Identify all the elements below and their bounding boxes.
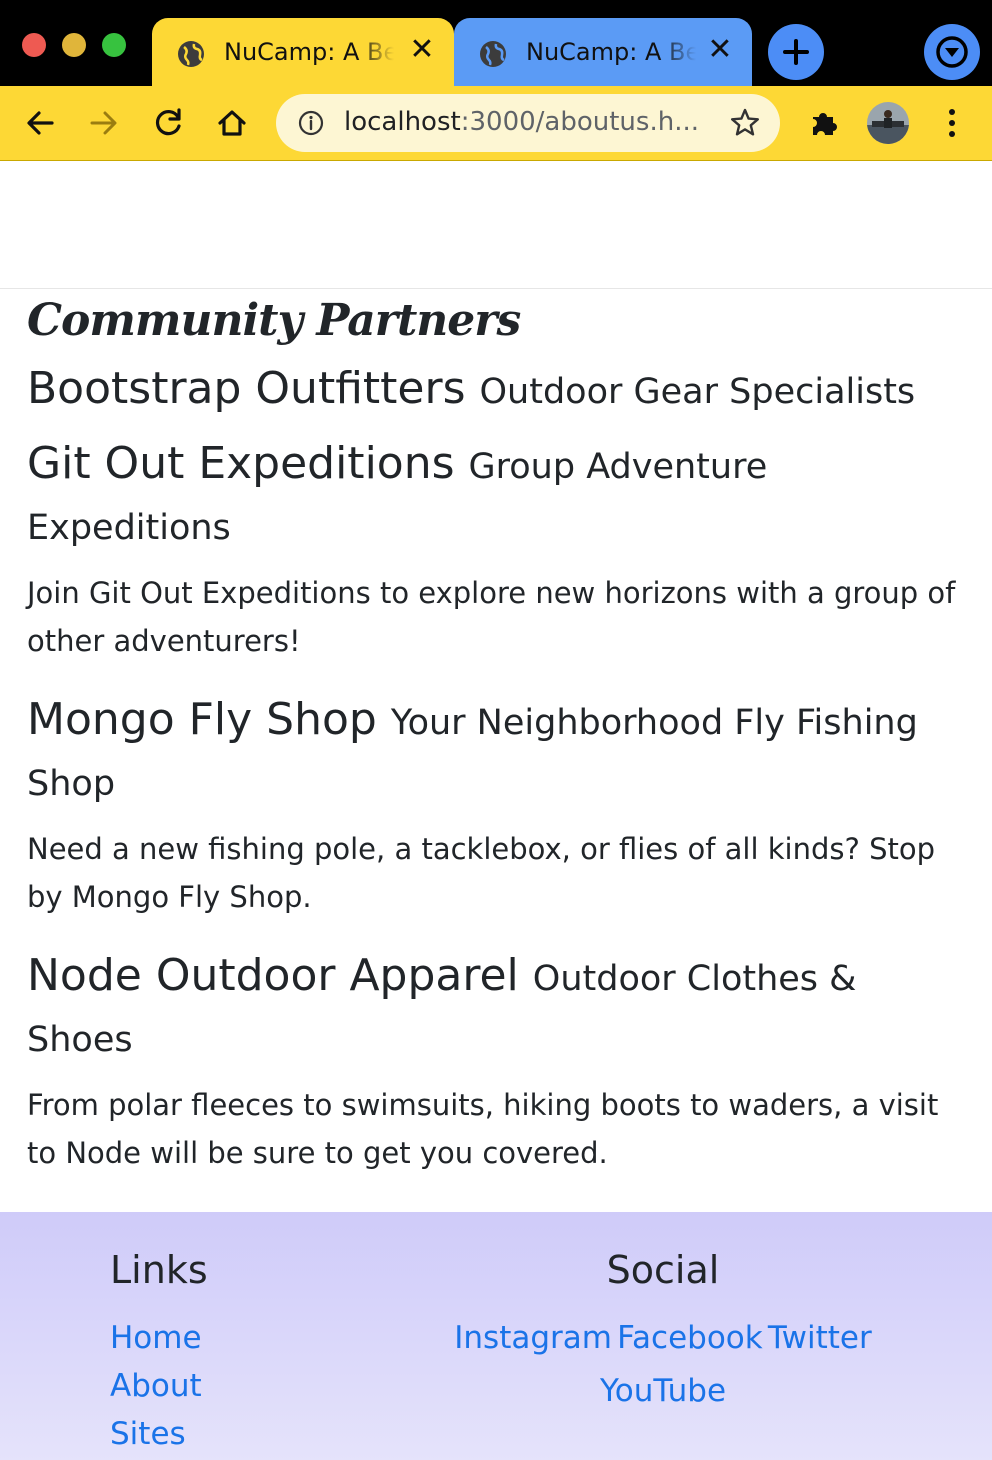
page-viewport: Community Partners Bootstrap Outfitters … [0, 161, 992, 1460]
footer-links-list: Home About Sites [110, 1314, 208, 1458]
footer-link-sites[interactable]: Sites [110, 1410, 208, 1458]
home-icon [218, 110, 246, 136]
social-link-twitter[interactable]: Twitter [768, 1320, 872, 1356]
extensions-button[interactable] [804, 103, 844, 143]
globe-icon [480, 41, 506, 67]
footer-social-column: Social Instagram Facebook Twitter YouTub… [430, 1248, 896, 1420]
browser-tab-active[interactable]: NuCamp: A Better Way to Camp ✕ [152, 18, 454, 86]
partner-description: From polar fleeces to swimsuits, hiking … [27, 1088, 939, 1170]
partner-name: Git Out Expeditions [27, 438, 455, 489]
forward-arrow-icon [90, 111, 117, 135]
page-header-area [0, 161, 992, 289]
reload-icon [156, 108, 181, 136]
close-window-button[interactable] [22, 33, 46, 57]
star-icon[interactable] [728, 106, 762, 140]
close-icon[interactable]: ✕ [408, 35, 436, 65]
partner-description: Need a new fishing pole, a tacklebox, or… [27, 832, 936, 914]
chevron-down-icon [936, 36, 968, 68]
url-host: localhost [344, 107, 461, 137]
address-bar[interactable]: localhost:3000/aboutus.h... [276, 94, 780, 152]
tab-title: NuCamp: A Better Way to Camp [526, 38, 696, 66]
footer-links-heading: Links [110, 1248, 208, 1292]
extensions-icon [813, 113, 837, 135]
reload-button[interactable] [148, 103, 188, 143]
partner-item: Git Out Expeditions Group Adventure Expe… [27, 435, 965, 665]
menu-dots-icon [949, 109, 955, 137]
close-icon[interactable]: ✕ [706, 35, 734, 65]
social-link-youtube[interactable]: YouTube [600, 1373, 726, 1409]
home-button[interactable] [212, 103, 252, 143]
partner-item: Mongo Fly Shop Your Neighborhood Fly Fis… [27, 691, 965, 921]
plus-icon [783, 39, 809, 65]
globe-icon [178, 41, 204, 67]
back-arrow-icon [27, 111, 54, 135]
footer-social-heading: Social [606, 1248, 720, 1292]
partner-name: Mongo Fly Shop [27, 694, 377, 745]
partner-item: Bootstrap Outfitters Outdoor Gear Specia… [27, 360, 965, 421]
partner-tagline: Outdoor Gear Specialists [479, 372, 916, 412]
url-text[interactable]: localhost:3000/aboutus.h... [344, 107, 699, 137]
partner-name: Bootstrap Outfitters [27, 363, 466, 414]
section-title: Community Partners [27, 295, 521, 346]
url-path: :3000/aboutus.h... [460, 107, 699, 137]
profile-avatar [867, 102, 909, 144]
profile-button[interactable] [866, 101, 910, 145]
partner-heading: Node Outdoor Apparel Outdoor Clothes & S… [27, 947, 965, 1069]
footer-social-list: Instagram Facebook Twitter YouTube [430, 1314, 896, 1420]
partner-heading: Bootstrap Outfitters Outdoor Gear Specia… [27, 360, 965, 421]
browser-tab-strip: NuCamp: A Better Way to Camp ✕ NuCamp: A… [0, 0, 992, 86]
minimize-window-button[interactable] [62, 33, 86, 57]
partner-item: Node Outdoor Apparel Outdoor Clothes & S… [27, 947, 965, 1177]
footer-link-home[interactable]: Home [110, 1314, 208, 1362]
info-icon[interactable] [298, 110, 324, 136]
site-footer: Links Home About Sites Social Instagram … [0, 1212, 992, 1460]
browser-tab[interactable]: NuCamp: A Better Way to Camp ✕ [454, 18, 752, 86]
partner-name: Node Outdoor Apparel [27, 950, 519, 1001]
footer-link-about[interactable]: About [110, 1362, 208, 1410]
back-button[interactable] [20, 103, 60, 143]
maximize-window-button[interactable] [102, 33, 126, 57]
partner-heading: Mongo Fly Shop Your Neighborhood Fly Fis… [27, 691, 965, 813]
forward-button[interactable] [84, 103, 124, 143]
partner-description: Join Git Out Expeditions to explore new … [27, 576, 956, 658]
main-content: Community Partners Bootstrap Outfitters … [0, 295, 992, 1177]
browser-toolbar: localhost:3000/aboutus.h... [0, 86, 992, 161]
tab-title: NuCamp: A Better Way to Camp [224, 38, 394, 66]
footer-links-column: Links Home About Sites [110, 1248, 208, 1458]
partner-heading: Git Out Expeditions Group Adventure Expe… [27, 435, 965, 557]
social-link-instagram[interactable]: Instagram [454, 1320, 612, 1356]
browser-menu-button[interactable] [932, 103, 972, 143]
new-tab-button[interactable] [768, 24, 824, 80]
social-link-facebook[interactable]: Facebook [617, 1320, 763, 1356]
tab-search-button[interactable] [924, 24, 980, 80]
